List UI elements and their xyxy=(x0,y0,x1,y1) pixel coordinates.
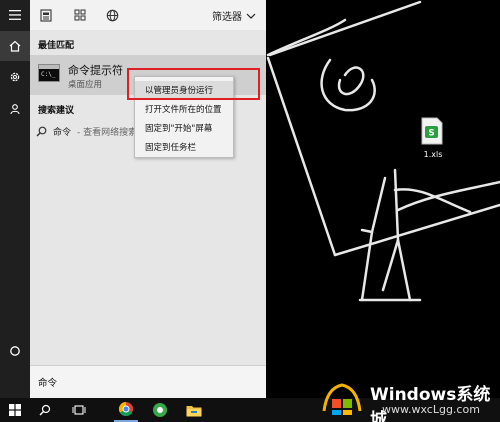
grid-icon[interactable] xyxy=(72,7,88,23)
security-app-icon[interactable] xyxy=(148,398,172,422)
screen: S 1.xls 筛选器 最佳匹配 C:\_ 命令提示符 桌面应用 搜索建议 命令… xyxy=(0,0,500,422)
start-left-rail xyxy=(0,0,30,398)
cmd-icon: C:\_ xyxy=(38,64,60,82)
home-icon[interactable] xyxy=(0,31,30,61)
panel-toolbar: 筛选器 xyxy=(30,0,266,30)
best-match-name: 命令提示符 xyxy=(68,64,123,77)
best-match-subtitle: 桌面应用 xyxy=(68,80,103,90)
menu-icon[interactable] xyxy=(0,0,30,30)
people-icon[interactable] xyxy=(0,94,30,124)
taskbar-search-icon[interactable] xyxy=(34,398,56,422)
watermark-logo xyxy=(322,383,362,415)
excel-file-icon[interactable]: S xyxy=(420,117,444,145)
watermark-url: www.wxcLgg.com xyxy=(382,403,480,416)
filter-label: 筛选器 xyxy=(212,12,242,23)
best-match-title: 最佳匹配 xyxy=(38,41,75,51)
filter-dropdown[interactable]: 筛选器 xyxy=(212,8,256,23)
power-icon[interactable] xyxy=(0,336,30,366)
context-item-pin-to-taskbar[interactable]: 固定到任务栏 xyxy=(135,138,233,156)
highlight-frame xyxy=(127,68,260,100)
search-suggestions-title: 搜索建议 xyxy=(38,106,75,116)
search-box[interactable]: 命令 xyxy=(30,365,266,398)
search-icon xyxy=(36,126,47,136)
context-item-open-location[interactable]: 打开文件所在的位置 xyxy=(135,100,233,118)
suggestion-term: 命令 xyxy=(53,127,72,138)
windows-logo-icon[interactable] xyxy=(4,398,26,422)
globe-icon[interactable] xyxy=(104,7,120,23)
context-item-pin-to-start[interactable]: 固定到"开始"屏幕 xyxy=(135,119,233,137)
task-view-icon[interactable] xyxy=(68,398,90,422)
settings-icon[interactable] xyxy=(0,62,30,92)
chevron-down-icon xyxy=(246,13,256,19)
svg-text:S: S xyxy=(428,129,434,139)
desktop-file-label[interactable]: 1.xls xyxy=(418,150,448,159)
file-explorer-icon[interactable] xyxy=(182,398,206,422)
document-icon[interactable] xyxy=(38,7,54,23)
search-input[interactable]: 命令 xyxy=(38,375,57,389)
search-panel: 筛选器 最佳匹配 C:\_ 命令提示符 桌面应用 搜索建议 命令 - 查看网络搜… xyxy=(30,0,266,398)
chrome-icon[interactable] xyxy=(114,398,138,422)
